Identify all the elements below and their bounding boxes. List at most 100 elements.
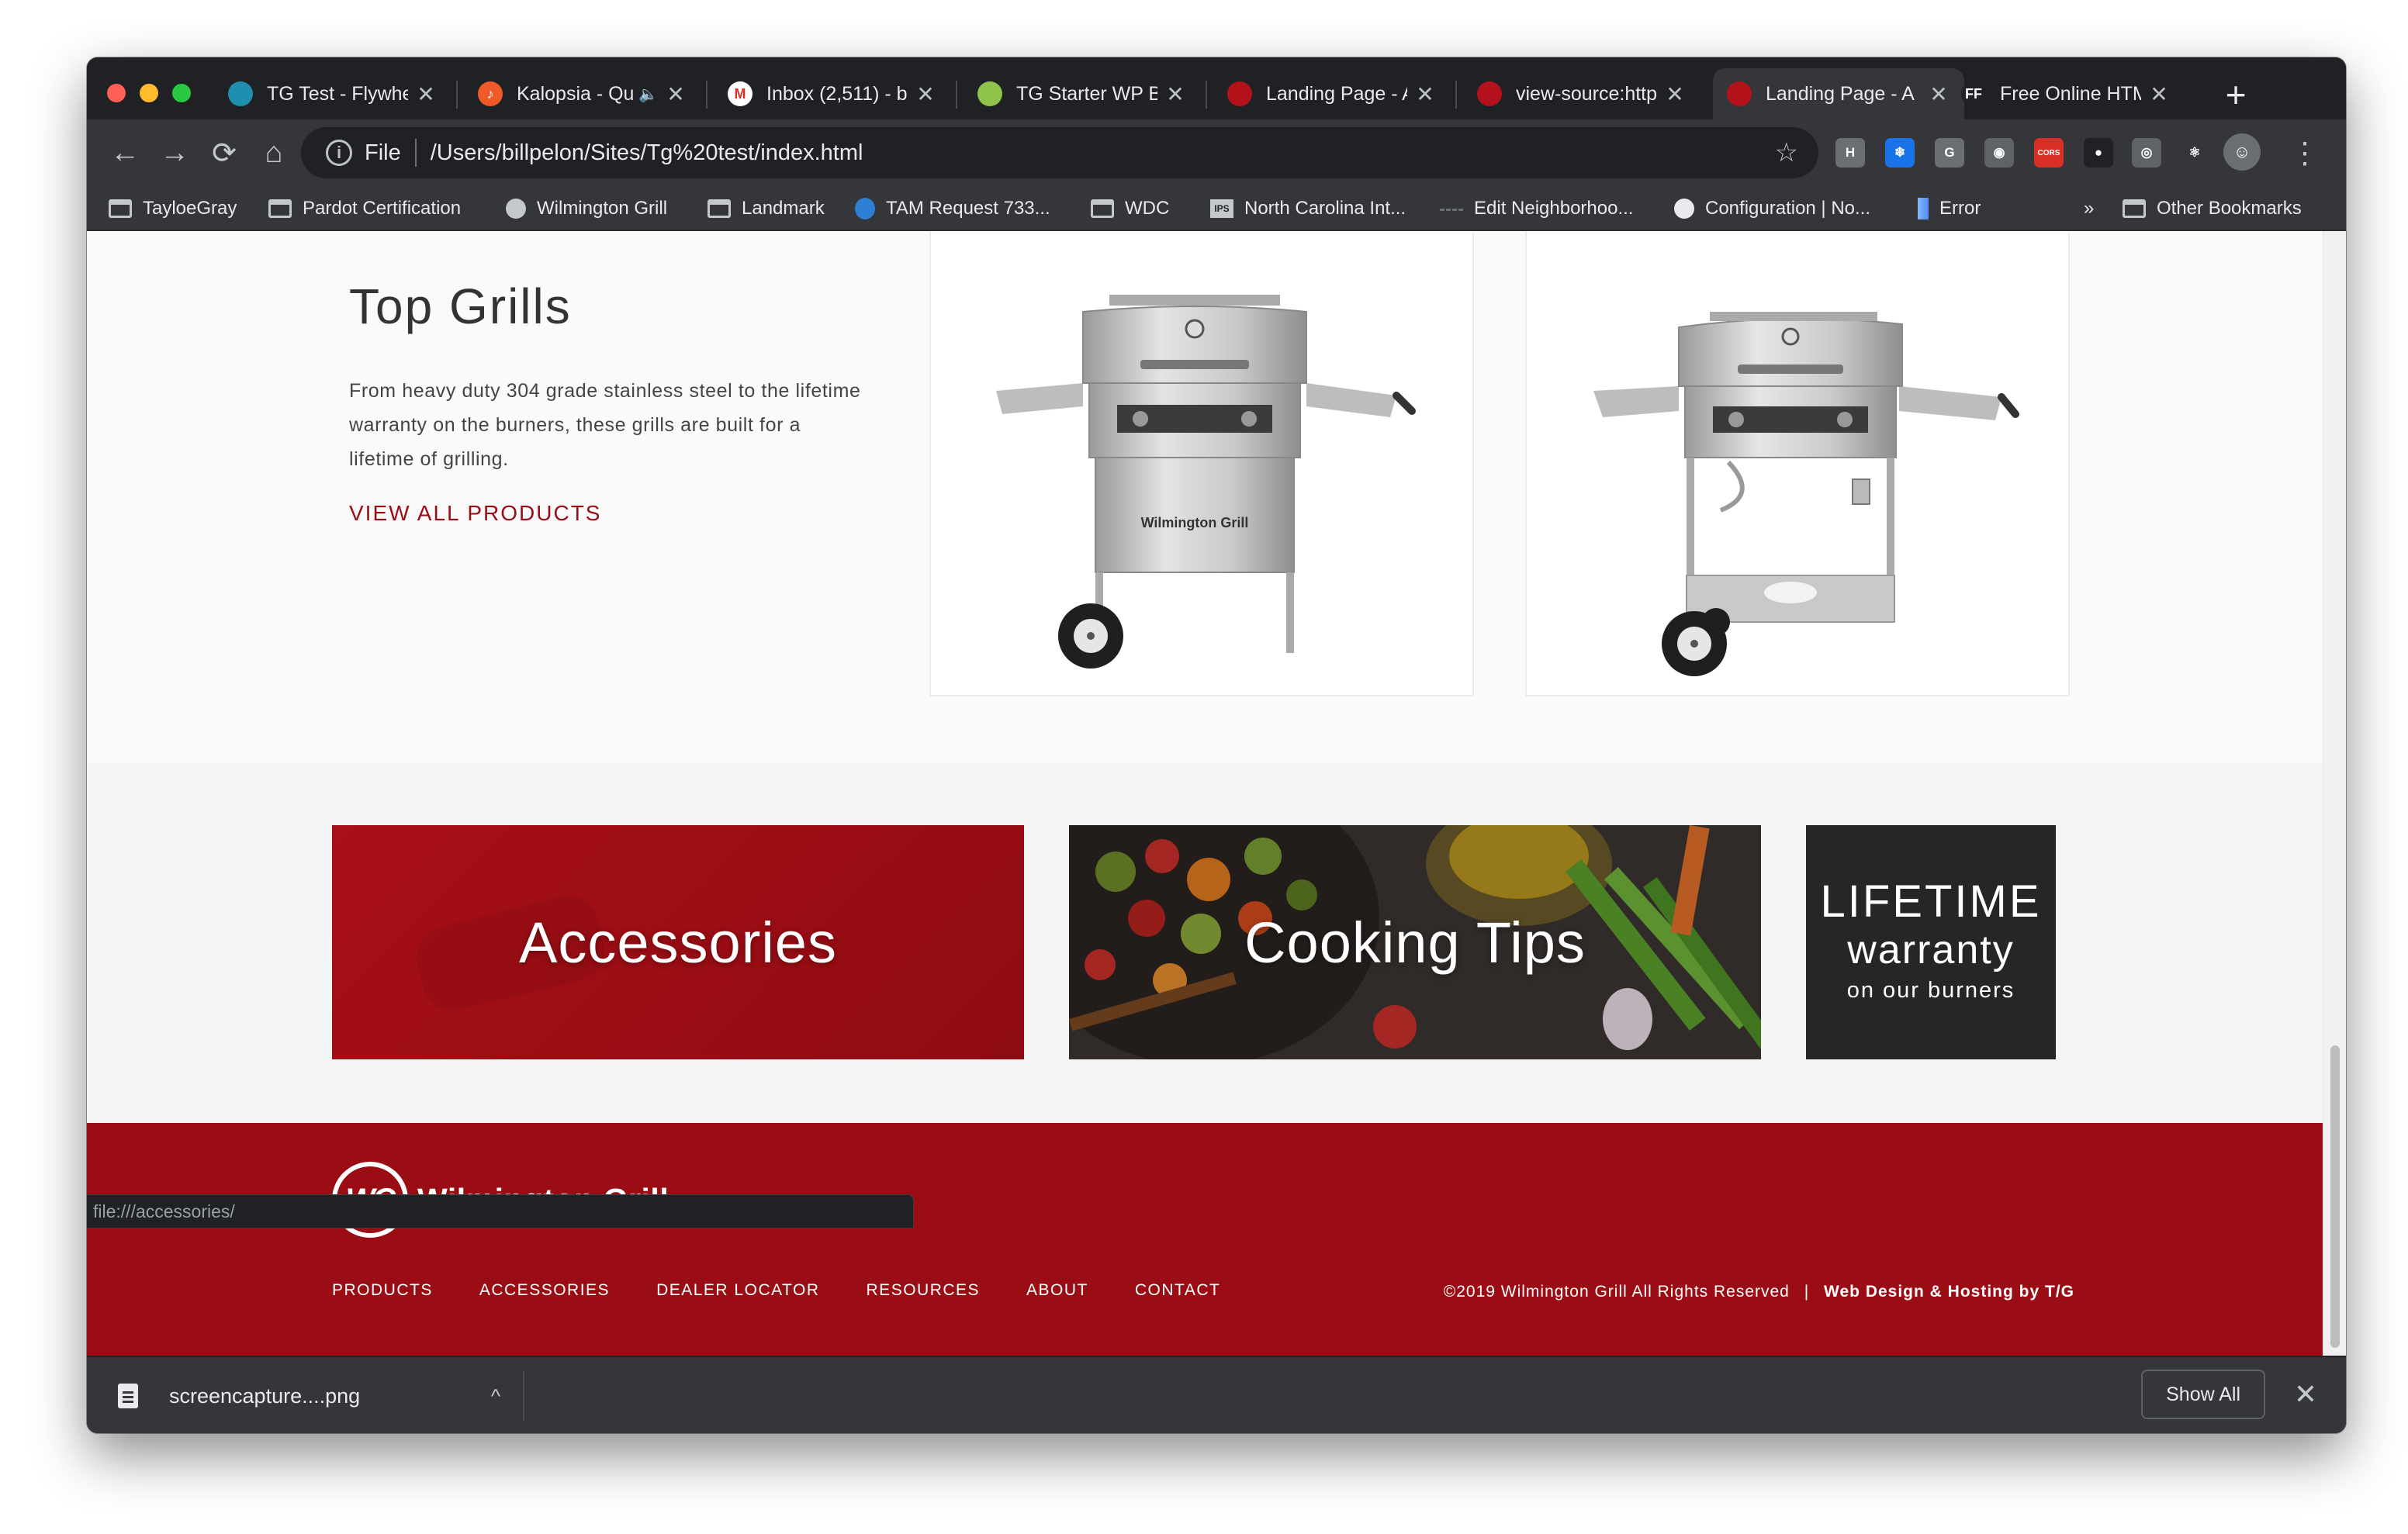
copyright-text: ©2019 Wilmington Grill All Rights Reserv… — [1443, 1283, 1790, 1301]
bar-icon — [1918, 198, 1929, 219]
web-design-credit-link[interactable]: Web Design & Hosting by T/G — [1824, 1283, 2074, 1301]
footer-nav-link[interactable]: RESOURCES — [867, 1281, 981, 1300]
close-tab-icon[interactable]: ✕ — [914, 81, 937, 107]
circle-extension-icon[interactable]: ◎ — [2132, 138, 2161, 168]
bookmark-item[interactable]: WDC — [1091, 194, 1169, 223]
bookmark-item[interactable]: Edit Neighborhoo... — [1440, 194, 1633, 223]
grill-card[interactable] — [1525, 231, 2070, 696]
address-path[interactable]: /Users/billpelon/Sites/Tg%20test/index.h… — [431, 140, 863, 166]
music-icon: ♪ — [478, 81, 503, 106]
back-button[interactable]: ← — [102, 130, 147, 175]
cors-extension-icon[interactable]: CORS — [2034, 138, 2064, 168]
browser-tab[interactable]: FF Free Online HTM ✕ — [1947, 68, 2185, 119]
cooking-tips-promo-label: Cooking Tips — [1244, 910, 1586, 975]
bookmark-item[interactable]: Pardot Certification — [268, 194, 461, 223]
other-bookmarks-label: Other Bookmarks — [2157, 198, 2302, 219]
bookmark-item[interactable]: TayloeGray — [109, 194, 237, 223]
footer-nav-link[interactable]: ACCESSORIES — [479, 1281, 610, 1300]
folder-icon — [109, 199, 132, 218]
maximize-window-button[interactable] — [172, 84, 191, 102]
grill-card[interactable]: Wilmington Grill — [929, 231, 1474, 696]
copyright-separator: | — [1804, 1283, 1810, 1301]
browser-tab[interactable]: view-source:http ✕ — [1463, 68, 1700, 119]
scrollbar-thumb[interactable] — [2330, 1045, 2340, 1348]
grill-badge-text: Wilmington Grill — [1141, 515, 1249, 530]
gear-icon — [1674, 199, 1694, 219]
stylus-extension-icon[interactable]: ● — [2084, 138, 2113, 168]
page-scrollbar[interactable] — [2323, 231, 2346, 1356]
show-all-downloads-button[interactable]: Show All — [2141, 1370, 2265, 1419]
folder-icon — [2123, 199, 2146, 218]
footer-nav-link[interactable]: ABOUT — [1026, 1281, 1088, 1300]
footer-nav-link[interactable]: DEALER LOCATOR — [656, 1281, 819, 1300]
bookmark-label: North Carolina Int... — [1244, 198, 1406, 219]
close-tab-icon[interactable]: ✕ — [1413, 81, 1437, 107]
reload-button[interactable]: ⟳ — [202, 130, 247, 175]
footer-nav-link[interactable]: PRODUCTS — [332, 1281, 433, 1300]
info-icon[interactable]: i — [326, 140, 352, 166]
grill-image-open-cart — [1593, 312, 2019, 676]
tab-strip: TG Test - Flywhe ✕ ♪ Kalopsia - Qu 🔈 ✕ M Inbox … — [87, 57, 2346, 119]
bookmark-item[interactable]: Landmark — [708, 194, 825, 223]
chevron-up-icon[interactable]: ^ — [469, 1384, 523, 1408]
bookmark-item[interactable]: Wilmington Grill — [506, 194, 667, 223]
tab-title: view-source:http — [1516, 82, 1657, 105]
close-tab-icon[interactable]: ✕ — [2147, 81, 2171, 107]
lifetime-warranty-tile[interactable]: LIFETIME warranty on our burners — [1806, 825, 2056, 1059]
accessories-promo-tile[interactable]: Accessories — [332, 825, 1024, 1059]
folder-icon — [708, 199, 731, 218]
close-icon[interactable]: ✕ — [2284, 1373, 2327, 1416]
other-bookmarks[interactable]: Other Bookmarks — [2123, 194, 2302, 223]
forward-button[interactable]: → — [152, 130, 197, 175]
warranty-subheading: warranty — [1847, 928, 2015, 973]
address-scheme: File — [365, 140, 401, 165]
address-bar[interactable]: i File /Users/billpelon/Sites/Tg%20test/… — [301, 127, 1818, 178]
browser-tab[interactable]: Landing Page - A ✕ — [1213, 68, 1451, 119]
download-item[interactable]: screencapture....png ^ — [118, 1371, 524, 1421]
copyright-line: ©2019 Wilmington Grill All Rights Reserv… — [1444, 1283, 2074, 1301]
cooking-tips-promo-tile[interactable]: Cooking Tips — [1069, 825, 1761, 1059]
bookmark-label: WDC — [1125, 198, 1170, 219]
grammarly-extension-icon[interactable]: G — [1935, 138, 1964, 168]
bookmarks-overflow-button[interactable]: » — [2084, 194, 2094, 223]
globe-icon — [506, 199, 526, 219]
menu-button[interactable]: ⋮ — [2282, 130, 2327, 175]
bookmark-item[interactable]: TAM Request 733... — [855, 194, 1050, 223]
grill-image-closed-cart: Wilmington Grill — [996, 295, 1416, 669]
minimize-window-button[interactable] — [140, 84, 158, 102]
bookmark-item[interactable]: IPS North Carolina Int... — [1210, 194, 1406, 223]
view-all-products-link[interactable]: VIEW ALL PRODUCTS — [349, 501, 601, 526]
tab-separator — [1206, 81, 1207, 109]
profile-avatar[interactable]: ☺ — [2223, 133, 2261, 171]
bookmark-label: Error — [1939, 198, 1981, 219]
gmail-icon: M — [728, 81, 752, 106]
close-tab-icon[interactable]: ✕ — [664, 81, 687, 107]
close-window-button[interactable] — [107, 84, 126, 102]
snowflake-extension-icon[interactable]: ❄ — [1885, 138, 1915, 168]
bookmark-item[interactable]: Error — [1918, 194, 1981, 223]
top-grills-title: Top Grills — [349, 278, 572, 334]
browser-tab[interactable]: TG Test - Flywhe ✕ — [214, 68, 452, 119]
close-tab-icon[interactable]: ✕ — [1164, 81, 1187, 107]
react-extension-icon[interactable]: ⚛ — [2180, 138, 2209, 168]
new-tab-button[interactable]: + — [2214, 73, 2258, 116]
bookmark-star-icon[interactable]: ☆ — [1775, 137, 1798, 168]
bookmark-label: TAM Request 733... — [886, 198, 1050, 219]
camera-extension-icon[interactable]: ◉ — [1984, 138, 2014, 168]
bookmark-label: Landmark — [742, 198, 825, 219]
link-status-bubble: file:///accessories/ — [87, 1194, 914, 1228]
browser-tab[interactable]: TG Starter WP Bl ✕ — [964, 68, 1201, 119]
footer-nav-link[interactable]: CONTACT — [1135, 1281, 1220, 1300]
home-button[interactable]: ⌂ — [251, 130, 296, 175]
speaker-icon[interactable]: 🔈 — [638, 85, 658, 104]
wilmington-grill-icon — [1727, 81, 1752, 106]
bookmark-label: Wilmington Grill — [537, 198, 668, 219]
bookmark-item[interactable]: Configuration | No... — [1674, 194, 1870, 223]
browser-tab[interactable]: Landing Page - A ✕ — [1713, 68, 1964, 119]
close-tab-icon[interactable]: ✕ — [414, 81, 438, 107]
hashtag-extension-icon[interactable]: H — [1835, 138, 1865, 168]
browser-tab[interactable]: ♪ Kalopsia - Qu 🔈 ✕ — [464, 68, 701, 119]
browser-tab[interactable]: M Inbox (2,511) - bi ✕ — [714, 68, 951, 119]
bookmark-label: Pardot Certification — [303, 198, 462, 219]
close-tab-icon[interactable]: ✕ — [1663, 81, 1687, 107]
